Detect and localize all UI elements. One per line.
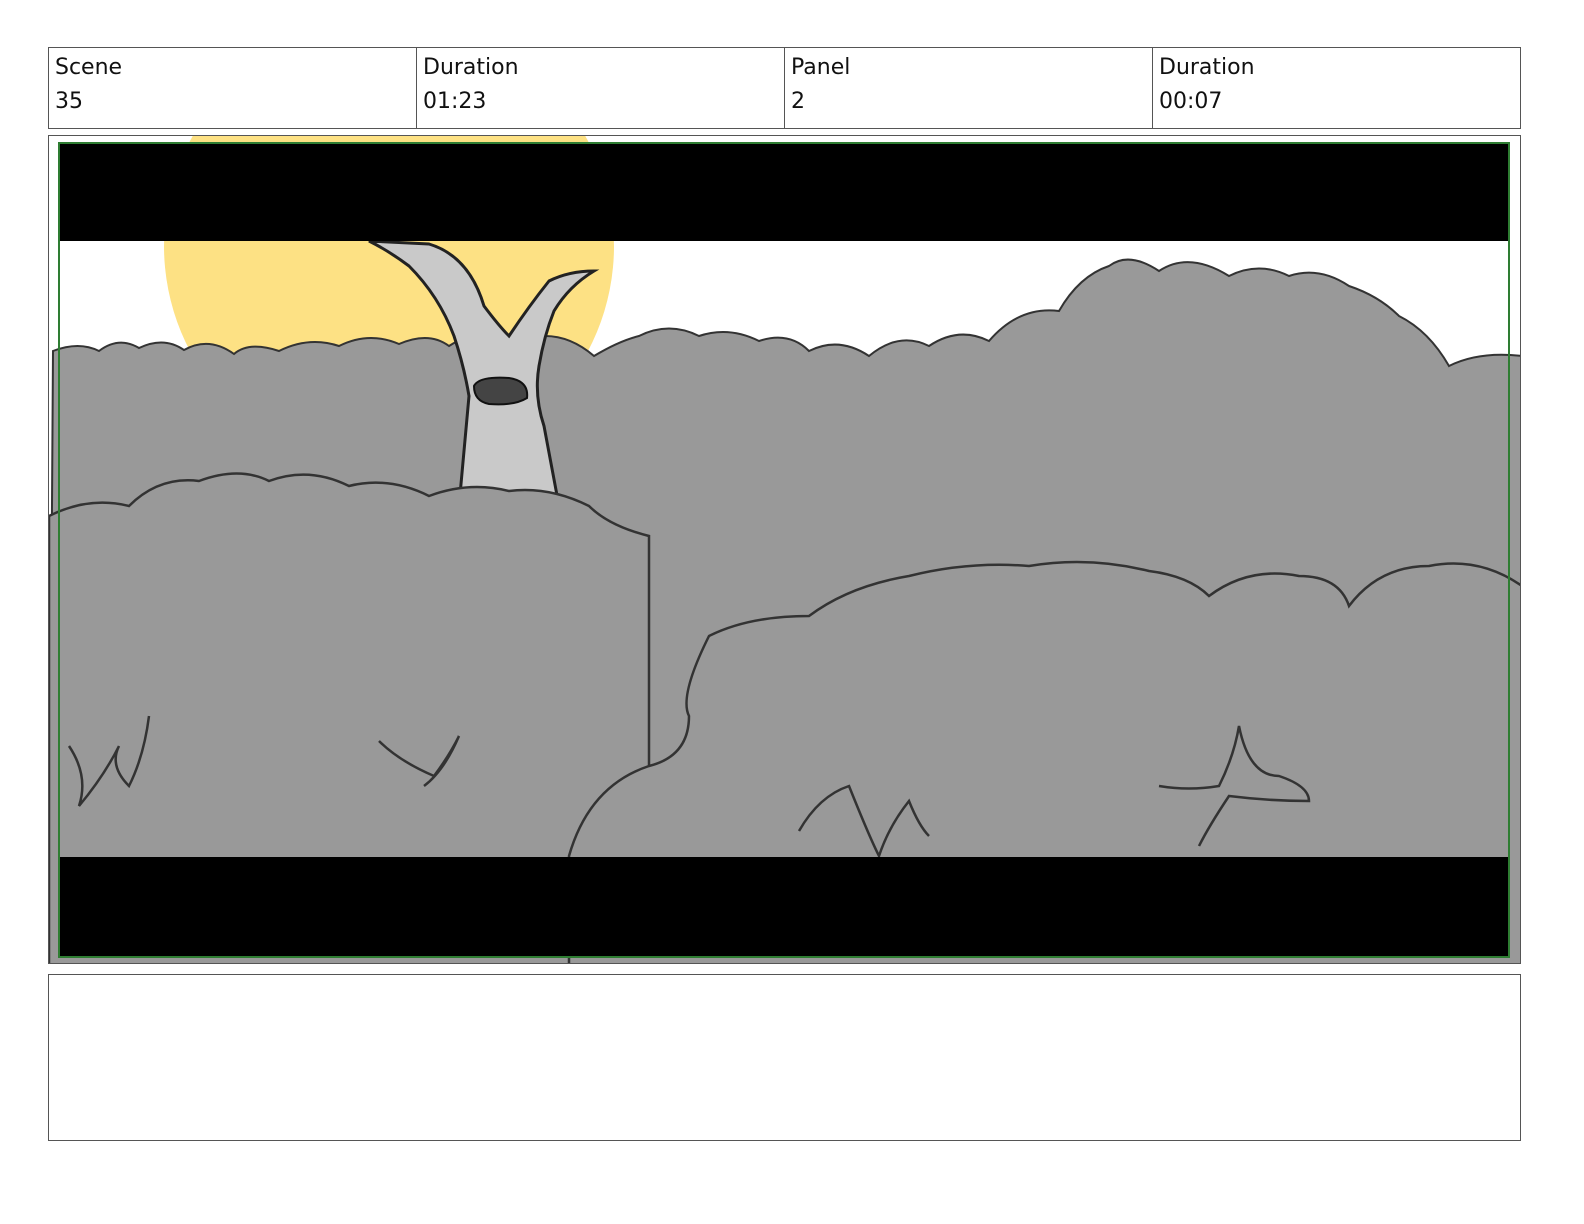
scene-label: Scene xyxy=(55,55,123,80)
panel-notes-box xyxy=(48,974,1521,1141)
tree-hollow xyxy=(472,376,529,406)
storyboard-panel-frame xyxy=(48,135,1521,964)
scene-duration-cell: Duration 01:23 xyxy=(417,48,785,128)
panel-duration-label: Duration xyxy=(1159,55,1255,80)
panel-cell: Panel 2 xyxy=(785,48,1153,128)
scene-duration-label: Duration xyxy=(423,55,519,80)
panel-sketch xyxy=(49,136,1520,963)
scene-duration-value: 01:23 xyxy=(423,89,487,114)
scene-cell: Scene 35 xyxy=(49,48,417,128)
letterbox-top xyxy=(59,143,1509,241)
panel-label: Panel xyxy=(791,55,851,80)
panel-duration-cell: Duration 00:07 xyxy=(1153,48,1520,128)
storyboard-header: Scene 35 Duration 01:23 Panel 2 Duration… xyxy=(48,47,1521,129)
panel-duration-value: 00:07 xyxy=(1159,89,1223,114)
scene-value: 35 xyxy=(55,89,83,114)
letterbox-bottom xyxy=(59,857,1509,957)
panel-value: 2 xyxy=(791,89,805,114)
